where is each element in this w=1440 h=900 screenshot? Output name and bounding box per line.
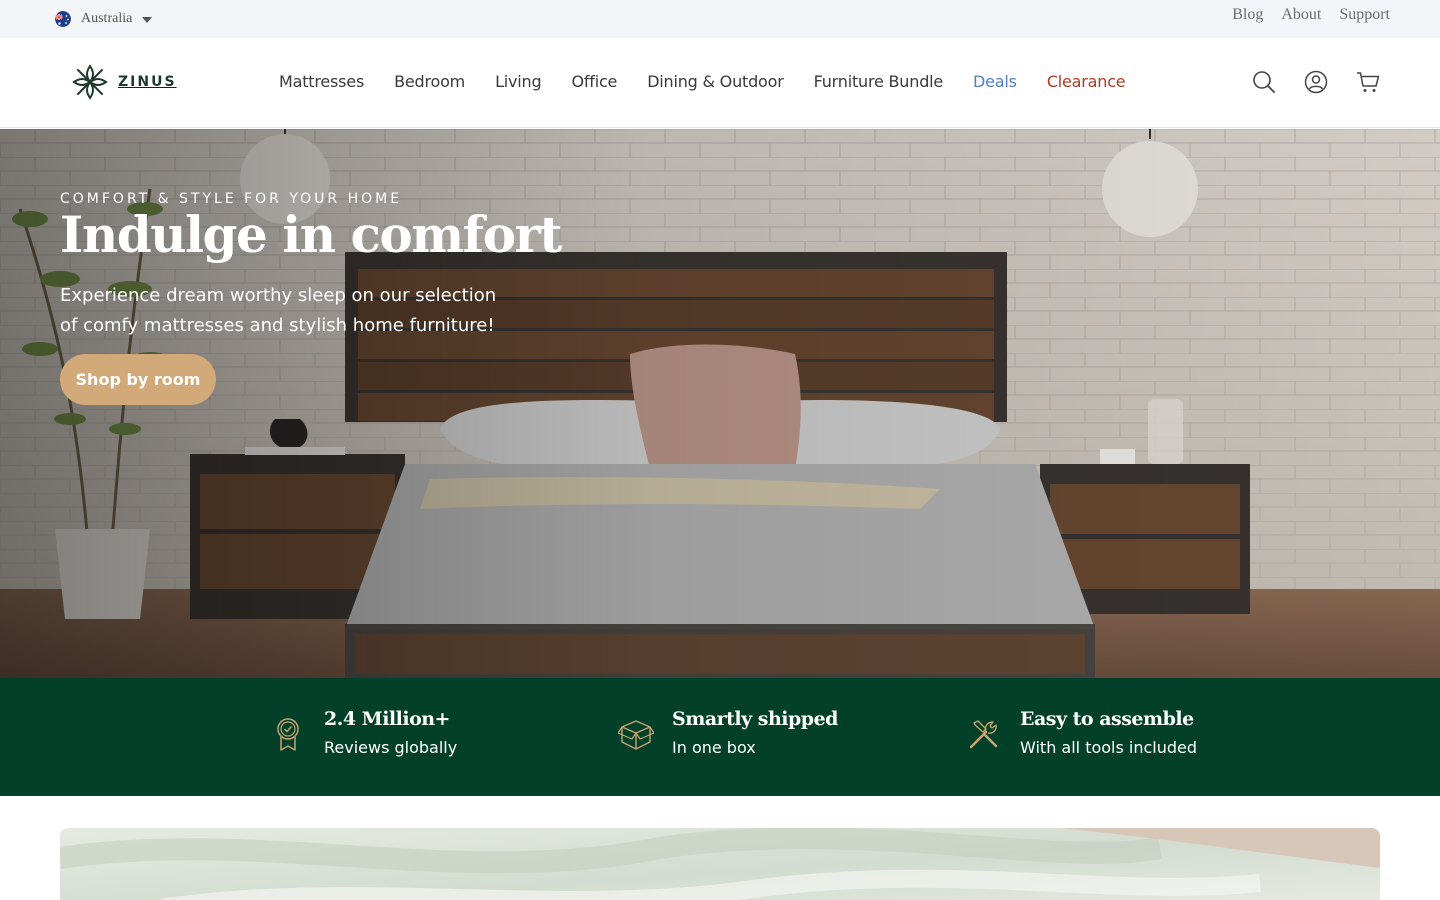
tools-icon	[969, 720, 998, 749]
main-nav: Mattresses Bedroom Living Office Dining …	[279, 72, 1126, 91]
fabric-texture-image	[60, 828, 1380, 900]
feature-title: Smartly shipped	[672, 708, 838, 730]
support-link[interactable]: Support	[1339, 6, 1390, 24]
nav-item-bedroom[interactable]: Bedroom	[394, 72, 465, 91]
feature-title: 2.4 Million+	[324, 708, 450, 730]
hero-subtitle-line1: Experience dream worthy sleep on our sel…	[60, 285, 497, 306]
search-icon[interactable]	[1252, 70, 1276, 94]
account-icon[interactable]	[1304, 70, 1328, 94]
feature-subtitle: Reviews globally	[324, 738, 458, 757]
main-header: ZINUS Mattresses Bedroom Living Office D…	[0, 38, 1440, 128]
hero-subtitle: Experience dream worthy sleep on our sel…	[60, 281, 540, 341]
logo[interactable]: ZINUS	[70, 62, 177, 102]
award-ribbon-icon	[277, 718, 299, 751]
hero-title: Indulge in comfort	[60, 205, 562, 264]
utility-bar: Australia Blog About Support	[0, 0, 1440, 38]
nav-item-living[interactable]: Living	[495, 72, 542, 91]
nav-item-clearance[interactable]: Clearance	[1047, 72, 1126, 91]
feature-title: Easy to assemble	[1020, 708, 1194, 730]
hero-subtitle-line2: of comfy mattresses and stylish home fur…	[60, 315, 495, 336]
features-band: 2.4 Million+ Reviews globally Smartly sh…	[0, 678, 1440, 796]
nav-item-deals[interactable]: Deals	[973, 72, 1017, 91]
box-icon	[618, 720, 654, 750]
feature-reviews: 2.4 Million+ Reviews globally	[270, 708, 457, 757]
nav-item-dining-outdoor[interactable]: Dining & Outdoor	[647, 72, 784, 91]
nav-item-furniture-bundle[interactable]: Furniture Bundle	[814, 72, 944, 91]
feature-subtitle: In one box	[672, 738, 756, 757]
feature-assembly: Easy to assemble With all tools included	[966, 708, 1197, 757]
australia-flag-icon	[55, 11, 71, 27]
zinus-flower-icon	[72, 64, 108, 100]
utility-links: Blog About Support	[1232, 6, 1390, 24]
promo-teaser-image	[60, 828, 1380, 900]
region-selector[interactable]: Australia	[55, 10, 153, 28]
feature-shipping: Smartly shipped In one box	[618, 708, 838, 757]
about-link[interactable]: About	[1281, 6, 1321, 24]
feature-reviews-text: 2.4 Million+ Reviews globally	[324, 708, 457, 757]
nav-item-mattresses[interactable]: Mattresses	[279, 72, 364, 91]
nav-item-office[interactable]: Office	[571, 72, 617, 91]
chevron-down-icon	[142, 16, 153, 23]
feature-subtitle: With all tools included	[1020, 738, 1198, 757]
header-actions	[1252, 70, 1380, 94]
feature-shipping-text: Smartly shipped In one box	[672, 708, 838, 757]
blog-link[interactable]: Blog	[1232, 6, 1263, 24]
hero-banner: COMFORT & STYLE FOR YOUR HOME Indulge in…	[0, 129, 1440, 678]
region-label: Australia	[81, 11, 133, 26]
feature-assembly-text: Easy to assemble With all tools included	[1020, 708, 1197, 757]
logo-text: ZINUS	[118, 74, 177, 90]
cart-icon[interactable]	[1356, 70, 1380, 94]
shop-by-room-button[interactable]: Shop by room	[60, 354, 216, 405]
